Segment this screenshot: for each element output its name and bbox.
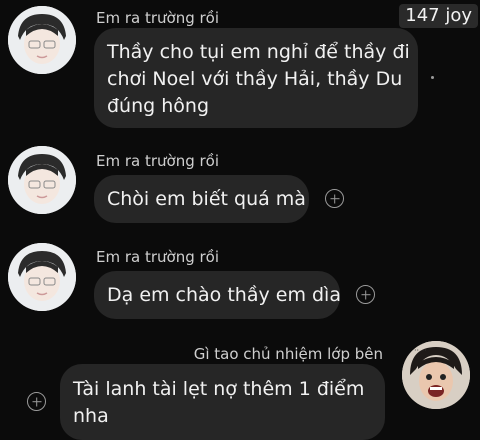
add-reaction-icon[interactable] — [356, 285, 375, 304]
message-bubble[interactable]: Dạ em chào thầy em dìa — [94, 271, 341, 319]
avatar[interactable]: ·· ·· — [402, 341, 470, 409]
message-text-line: Dạ em chào thầy em dìa — [107, 284, 341, 306]
add-reaction-icon[interactable] — [27, 392, 46, 411]
avatar-photo-icon — [8, 6, 76, 74]
avatar[interactable] — [8, 146, 76, 214]
avatar[interactable] — [8, 6, 76, 74]
message-text-line: Tài lanh tài lẹt nợ thêm 1 điểm — [73, 378, 365, 400]
sender-name: Em ra trường rồi — [96, 248, 220, 266]
sender-name: Gì tao chủ nhiệm lớp bên — [193, 345, 383, 363]
svg-text:·· ··: ·· ·· — [414, 346, 427, 355]
message-text-line: chơi Noel với thầy Hải, thầy Du — [107, 68, 403, 90]
reaction-count-badge: 147 joy — [399, 4, 478, 28]
avatar-photo-icon — [8, 146, 76, 214]
message-bubble[interactable]: Tài lanh tài lẹt nợ thêm 1 điểm nha — [60, 364, 385, 440]
avatar-photo-icon: ·· ·· — [402, 341, 470, 409]
message-text-line: Chòi em biết quá mà — [107, 188, 306, 210]
message-text-line: đúng hông — [107, 95, 210, 117]
message-text-line: Thầy cho tụi em nghỉ để thầy đi — [107, 41, 410, 63]
add-reaction-icon[interactable] — [325, 189, 344, 208]
sender-name: Em ra trường rồi — [96, 9, 220, 27]
message-bubble[interactable]: Chòi em biết quá mà — [94, 175, 309, 223]
status-dot — [431, 76, 434, 79]
message-bubble[interactable]: Thầy cho tụi em nghỉ để thầy đi chơi Noe… — [94, 28, 418, 128]
avatar[interactable] — [8, 243, 76, 311]
sender-name: Em ra trường rồi — [96, 152, 220, 170]
avatar-photo-icon — [8, 243, 76, 311]
message-text-line: nha — [73, 405, 109, 427]
